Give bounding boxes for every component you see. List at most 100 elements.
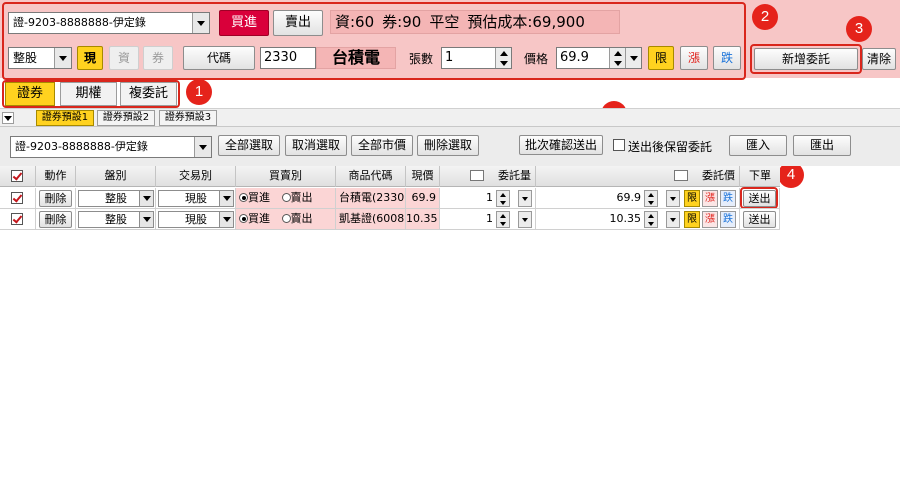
row-checkbox[interactable] (11, 213, 23, 225)
order-price-stepper[interactable] (644, 211, 658, 228)
keep-after-send-label: 送出後保留委託 (628, 140, 713, 154)
import-button[interactable]: 匯入 (729, 135, 787, 156)
header-side: 買賣別 (236, 166, 336, 187)
send-order-button[interactable]: 送出 (743, 190, 776, 207)
send-order-button[interactable]: 送出 (743, 211, 776, 228)
arrow-down-icon (645, 199, 657, 207)
header-board: 盤別 (76, 166, 156, 187)
order-row: 刪除 整股 現股 買進 賣出 凱基證(6008) 10.35 1 10.35 限… (0, 209, 780, 230)
arrow-up-icon (645, 191, 657, 199)
product-code: 台積電(2330) (336, 188, 406, 209)
batch-edit-icon[interactable] (674, 170, 688, 181)
limit-price-button[interactable]: 限 (684, 211, 700, 228)
trade-type-select[interactable]: 現股 (158, 211, 234, 228)
select-all-checkbox[interactable] (11, 170, 23, 182)
arrow-down-icon (497, 199, 509, 207)
order-price-dropdown[interactable] (666, 211, 680, 228)
batch-account-select[interactable]: 證-9203-8888888-伊定錄 (10, 136, 212, 158)
select-all-button[interactable]: 全部選取 (218, 135, 280, 156)
price-now: 10.35 (406, 209, 440, 230)
buy-radio[interactable] (239, 214, 248, 223)
deselect-button[interactable]: 取消選取 (285, 135, 347, 156)
limit-up-button[interactable]: 漲 (702, 190, 718, 207)
batch-edit-icon[interactable] (470, 170, 484, 181)
order-price-value[interactable]: 69.9 (617, 188, 642, 208)
qty-value[interactable]: 1 (486, 188, 493, 208)
sub-tab-preset-3[interactable]: 證券預設3 (159, 110, 217, 126)
side-radio-group: 買進 賣出 (236, 209, 336, 230)
tab-securities[interactable]: 證券 (5, 82, 55, 106)
sub-tab-preset-2[interactable]: 證券預設2 (97, 110, 155, 126)
board-value: 整股 (105, 192, 127, 205)
header-qty-label: 委託量 (498, 169, 531, 182)
buy-radio[interactable] (239, 193, 248, 202)
header-qty: 委託量 (440, 166, 536, 187)
chevron-down-icon (670, 217, 676, 222)
chevron-down-icon (194, 137, 211, 157)
header-price-now: 現價 (406, 166, 440, 187)
header-trade-type: 交易別 (156, 166, 236, 187)
chevron-down-icon (670, 196, 676, 201)
trade-type-select[interactable]: 現股 (158, 190, 234, 207)
limit-price-button[interactable]: 限 (684, 190, 700, 207)
highlight-frame-order-panel (2, 2, 746, 80)
tab-sub-brokerage[interactable]: 複委託 (120, 82, 177, 106)
batch-send-button[interactable]: 批次確認送出 (519, 135, 603, 155)
arrow-up-icon (645, 212, 657, 220)
qty-stepper[interactable] (496, 190, 510, 207)
header-product: 商品代碼 (336, 166, 406, 187)
marker-3: 3 (846, 16, 872, 42)
chevron-down-icon (522, 196, 528, 201)
sell-radio-label: 賣出 (290, 191, 313, 204)
board-select[interactable]: 整股 (78, 190, 154, 207)
chevron-down-icon (139, 212, 153, 227)
chevron-down-icon (219, 191, 233, 206)
board-select[interactable]: 整股 (78, 211, 154, 228)
all-market-price-button[interactable]: 全部市價 (351, 135, 413, 156)
sell-radio[interactable] (281, 214, 291, 223)
tab-menu-button[interactable] (2, 112, 14, 124)
batch-account-value: 證-9203-8888888-伊定錄 (15, 140, 148, 153)
sell-radio-label: 賣出 (290, 212, 313, 225)
arrow-down-icon (645, 220, 657, 228)
keep-after-send-checkbox[interactable] (613, 139, 625, 151)
header-select-all[interactable] (0, 166, 36, 187)
order-price-cell: 10.35 限 漲 跌 (536, 209, 740, 230)
chevron-down-icon (4, 115, 12, 121)
qty-cell: 1 (440, 188, 536, 209)
buy-radio-label: 買進 (248, 212, 270, 225)
order-row: 刪除 整股 現股 買進 賣出 台積電(2330) 69.9 1 69.9 限 漲… (0, 188, 780, 209)
tab-options[interactable]: 期權 (60, 82, 117, 106)
export-button[interactable]: 匯出 (793, 135, 851, 156)
limit-up-button[interactable]: 漲 (702, 211, 718, 228)
arrow-down-icon (497, 220, 509, 228)
chevron-down-icon (139, 191, 153, 206)
clear-button[interactable]: 清除 (862, 48, 896, 70)
qty-dropdown[interactable] (518, 211, 532, 228)
order-price-value[interactable]: 10.35 (610, 209, 642, 229)
qty-dropdown[interactable] (518, 190, 532, 207)
row-checkbox[interactable] (11, 192, 23, 204)
qty-value[interactable]: 1 (486, 209, 493, 229)
qty-stepper[interactable] (496, 211, 510, 228)
order-grid-header: 動作 盤別 交易別 買賣別 商品代碼 現價 委託量 委託價 下單 (0, 166, 780, 187)
price-now: 69.9 (406, 188, 440, 209)
delete-row-button[interactable]: 刪除 (39, 211, 72, 228)
sub-tab-preset-1[interactable]: 證券預設1 (36, 110, 94, 126)
order-price-dropdown[interactable] (666, 190, 680, 207)
delete-row-button[interactable]: 刪除 (39, 190, 72, 207)
sell-radio[interactable] (281, 193, 291, 202)
side-radio-group: 買進 賣出 (236, 188, 336, 209)
chevron-down-icon (219, 212, 233, 227)
product-code: 凱基證(6008) (336, 209, 406, 230)
limit-down-button[interactable]: 跌 (720, 190, 736, 207)
header-order-price: 委託價 (536, 166, 740, 187)
delete-selected-button[interactable]: 刪除選取 (417, 135, 479, 156)
trade-type-value: 現股 (185, 213, 207, 226)
header-action: 動作 (36, 166, 76, 187)
qty-cell: 1 (440, 209, 536, 230)
order-price-stepper[interactable] (644, 190, 658, 207)
marker-1: 1 (186, 79, 212, 105)
chevron-down-icon (522, 217, 528, 222)
limit-down-button[interactable]: 跌 (720, 211, 736, 228)
